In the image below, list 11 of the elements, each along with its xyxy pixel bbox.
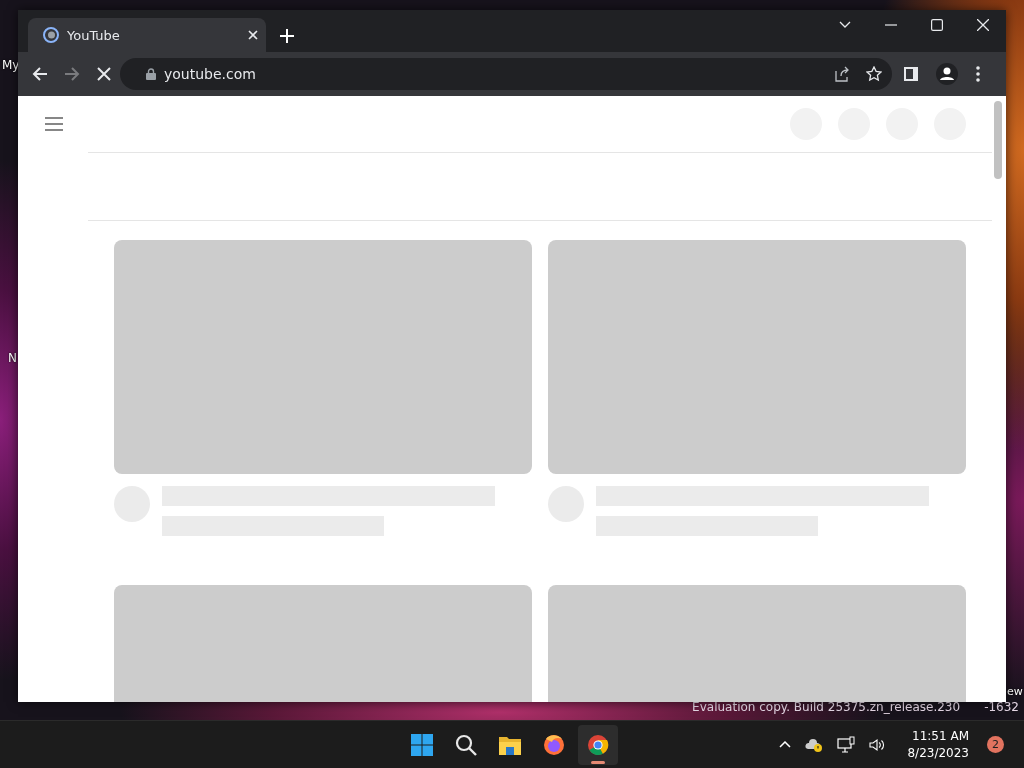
address-bar[interactable]: youtube.com — [120, 58, 892, 90]
notification-badge[interactable]: 2 — [987, 736, 1004, 753]
clock-time: 11:51 AM — [912, 727, 969, 745]
watermark-text: -1632 — [984, 700, 1019, 714]
desktop-icon-label[interactable]: My — [2, 58, 20, 72]
clock-date: 8/23/2023 — [907, 744, 969, 762]
clock[interactable]: 11:51 AM 8/23/2023 — [907, 727, 969, 762]
browser-tab[interactable]: YouTube — [28, 18, 266, 52]
watermark-text: Evaluation copy. Build 25375.zn_release.230 — [692, 700, 961, 714]
edition-text: ew — [1007, 685, 1023, 698]
desktop-icon-label[interactable]: N — [8, 351, 17, 365]
